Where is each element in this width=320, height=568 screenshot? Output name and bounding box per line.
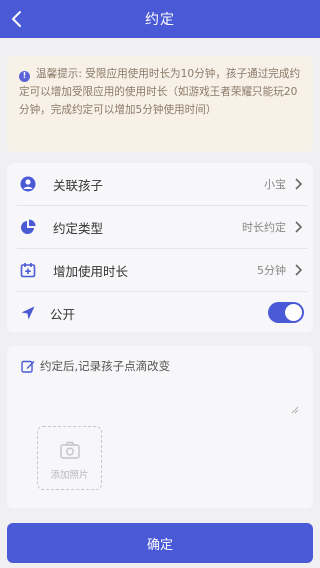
public-row: 公开 [7,292,313,334]
app-header: 约定 [0,0,320,38]
chevron-right-icon [295,221,303,233]
toggle-knob [285,304,302,321]
pie-chart-icon [21,219,36,234]
user-icon [20,176,36,192]
calendar-add-icon [20,263,36,278]
public-label: 公开 [50,306,76,322]
note-card: 约定后,记录孩子点滴改变 添加照片 [7,346,313,508]
add-photo-label: 添加照片 [50,470,89,481]
add-time-value: 5分钟 [257,264,286,277]
linked-child-value: 小宝 [264,178,286,191]
edit-icon [21,360,35,373]
resize-handle-icon[interactable] [291,406,299,414]
linked-child-row[interactable]: 关联孩子 小宝 [7,163,313,205]
chevron-right-icon [295,178,303,190]
agreement-type-row[interactable]: 约定类型 时长约定 [7,206,313,248]
info-icon: ! [19,70,30,82]
agreement-type-label: 约定类型 [53,220,104,236]
settings-card: 关联孩子 小宝 约定类型 时长约定 增加使用时长 5分钟 公开 [7,163,313,332]
tip-text: 温馨提示: 受限应用使用时长为10分钟，孩子通过完成约定可以增加受限应用的使用时… [19,68,301,116]
page-title: 约定 [145,12,175,28]
confirm-button[interactable]: 确定 [7,523,313,563]
linked-child-label: 关联孩子 [53,177,104,193]
agreement-type-value: 时长约定 [242,221,286,234]
tip-banner: ! 温馨提示: 受限应用使用时长为10分钟，孩子通过完成约定可以增加受限应用的使用… [7,56,313,152]
add-time-label: 增加使用时长 [53,263,129,279]
add-photo-button[interactable]: 添加照片 [37,426,102,490]
location-arrow-icon [21,306,35,320]
note-placeholder[interactable]: 约定后,记录孩子点滴改变 [40,358,170,374]
chevron-left-icon [12,11,21,27]
back-button[interactable] [2,5,30,33]
add-time-row[interactable]: 增加使用时长 5分钟 [7,249,313,291]
camera-icon [60,441,80,459]
chevron-right-icon [295,264,303,276]
public-toggle[interactable] [268,302,304,323]
